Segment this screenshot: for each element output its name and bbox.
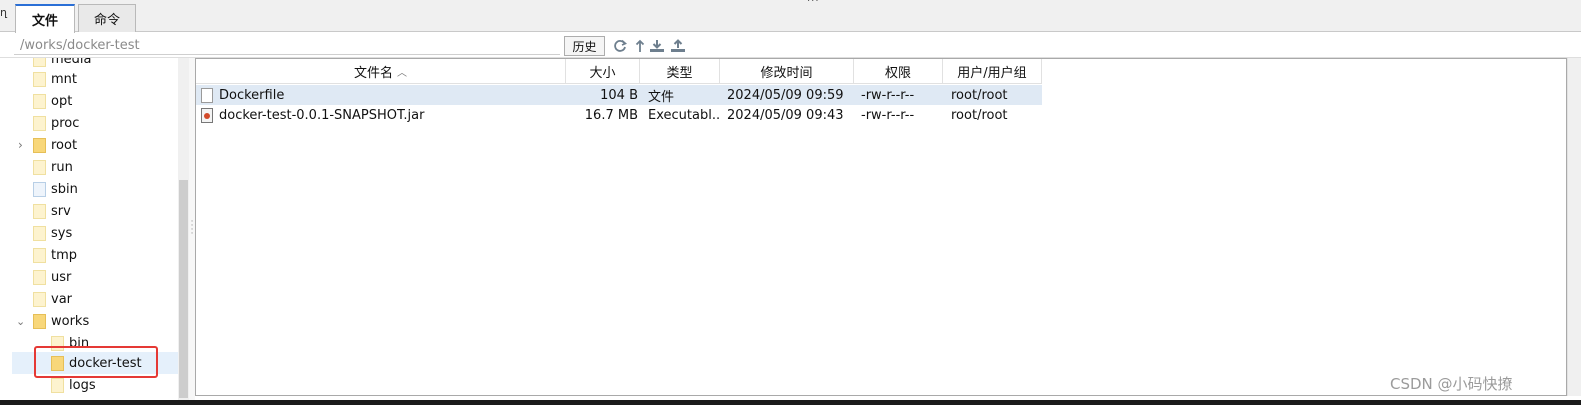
folder-link-icon	[33, 181, 46, 197]
column-header-modified[interactable]: 修改时间	[720, 59, 854, 84]
tree-item-root[interactable]: root	[33, 134, 178, 156]
sort-ascending-icon: ︿	[397, 68, 407, 79]
column-header-type[interactable]: 类型	[640, 59, 720, 84]
column-header-owner[interactable]: 用户/用户组	[943, 59, 1042, 84]
folder-icon	[33, 313, 46, 329]
tree-item-works[interactable]: works	[33, 310, 178, 332]
folder-icon	[51, 377, 64, 393]
file-name: docker-test-0.0.1-SNAPSHOT.jar	[219, 107, 425, 123]
file-owner: root/root	[951, 107, 1008, 123]
folder-icon	[33, 137, 46, 153]
chevron-down-icon[interactable]: ⌄	[16, 310, 30, 332]
file-list-scrollbar[interactable]	[1567, 58, 1581, 396]
highlight-annotation	[34, 346, 158, 378]
path-bar: 历史	[0, 33, 1581, 58]
folder-icon	[33, 159, 46, 175]
tab-files[interactable]: 文件	[15, 4, 75, 33]
upload-icon[interactable]	[670, 38, 686, 54]
column-header-size[interactable]: 大小	[566, 59, 640, 84]
tree-item-srv[interactable]: srv	[33, 200, 178, 222]
file-name: Dockerfile	[219, 87, 285, 103]
folder-icon	[33, 269, 46, 285]
history-button[interactable]: 历史	[564, 36, 605, 56]
tree-item-sys[interactable]: sys	[33, 222, 178, 244]
file-modified: 2024/05/09 09:59	[727, 87, 844, 103]
tree-item-mnt[interactable]: mnt	[33, 68, 178, 90]
column-header-name[interactable]: 文件名 ︿	[196, 59, 566, 84]
taskbar-edge	[0, 400, 1581, 405]
tab-bar: ղ ··· 文件 命令	[0, 0, 1581, 33]
left-marker: ղ	[0, 6, 7, 19]
folder-icon	[33, 225, 46, 241]
file-modified: 2024/05/09 09:43	[727, 107, 844, 123]
file-owner: root/root	[951, 87, 1008, 103]
tree-item-proc[interactable]: proc	[33, 112, 178, 134]
tree-item-opt[interactable]: opt	[33, 90, 178, 112]
file-type: 文件	[648, 89, 675, 105]
tab-commands[interactable]: 命令	[78, 4, 136, 32]
tree-item-var[interactable]: var	[33, 288, 178, 310]
tree-item-usr[interactable]: usr	[33, 266, 178, 288]
tree-scrollbar[interactable]	[178, 58, 189, 400]
drag-handle-dots[interactable]: ···	[807, 0, 820, 7]
watermark: CSDN @小码快撩	[1390, 375, 1513, 393]
file-permissions: -rw-r--r--	[861, 107, 915, 123]
file-type: Executabl...	[648, 107, 720, 123]
folder-icon	[33, 247, 46, 263]
file-permissions: -rw-r--r--	[861, 87, 915, 103]
table-row[interactable]: docker-test-0.0.1-SNAPSHOT.jar 16.7 MB E…	[196, 105, 1042, 125]
path-input[interactable]	[14, 36, 560, 55]
column-header-permissions[interactable]: 权限	[854, 59, 943, 84]
jar-file-icon	[201, 107, 213, 123]
folder-icon	[33, 203, 46, 219]
file-list: 文件名 ︿ 大小 类型 修改时间 权限 用户/用户组 Dockerfile 104…	[195, 58, 1567, 396]
folder-icon	[33, 291, 46, 307]
up-icon[interactable]	[632, 38, 648, 54]
folder-icon	[33, 115, 46, 131]
folder-icon	[33, 93, 46, 109]
tree-item-run[interactable]: run	[33, 156, 178, 178]
folder-icon	[33, 58, 46, 67]
chevron-right-icon[interactable]: ›	[18, 134, 30, 156]
folder-icon	[33, 71, 46, 87]
file-size: 16.7 MB	[584, 107, 638, 123]
table-row[interactable]: Dockerfile 104 B 文件 2024/05/09 09:59 -rw…	[196, 85, 1042, 105]
tree-scrollbar-thumb[interactable]	[179, 180, 188, 398]
file-size: 104 B	[600, 87, 638, 103]
file-list-header: 文件名 ︿ 大小 类型 修改时间 权限 用户/用户组	[196, 59, 1042, 84]
refresh-icon[interactable]	[612, 38, 628, 54]
tree-item-sbin[interactable]: sbin	[33, 178, 178, 200]
file-icon	[201, 87, 213, 103]
tree-item-tmp[interactable]: tmp	[33, 244, 178, 266]
download-icon[interactable]	[649, 38, 665, 54]
